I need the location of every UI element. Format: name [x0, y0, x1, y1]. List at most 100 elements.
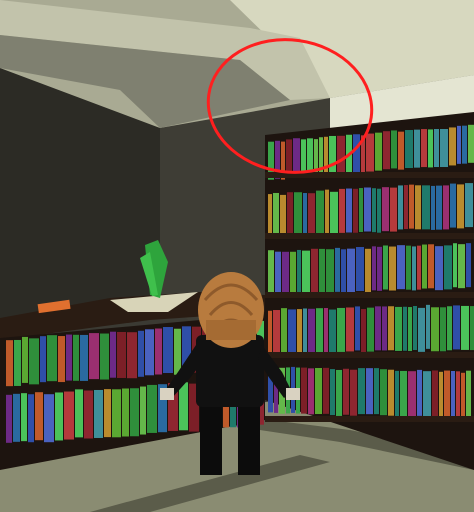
book-spine — [366, 133, 374, 172]
book-spine — [290, 251, 296, 296]
book-spine — [330, 191, 338, 236]
book-spine — [451, 371, 455, 418]
book-spine — [297, 249, 301, 294]
shelf-plank — [265, 352, 474, 358]
book-spine — [412, 246, 416, 291]
book-spine — [439, 371, 443, 418]
book-spine — [355, 306, 360, 351]
book-spine — [361, 309, 366, 354]
book-spine — [453, 305, 460, 350]
book-spine — [435, 246, 443, 291]
book-spine — [282, 251, 289, 296]
book-spine — [343, 368, 349, 415]
book-spine — [316, 190, 324, 235]
avatar-hair-lower — [206, 320, 256, 340]
book-spine — [456, 371, 460, 418]
book-spine — [440, 307, 446, 352]
book-spine — [337, 135, 345, 174]
book-spine — [104, 389, 111, 438]
book-spine — [297, 309, 302, 354]
book-spine — [428, 244, 434, 289]
book-spine — [400, 370, 407, 417]
book-spine — [372, 188, 376, 233]
book-spine — [329, 309, 336, 354]
book-spine — [466, 243, 471, 288]
book-spine — [434, 129, 439, 168]
book-spine — [13, 393, 20, 442]
book-spine — [461, 372, 465, 419]
book-spine — [281, 308, 287, 353]
book-spine — [382, 306, 387, 351]
book-spine — [308, 308, 315, 353]
shelf-plank — [265, 416, 474, 422]
book-spine — [80, 334, 88, 381]
book-spine — [288, 309, 296, 354]
book-spine — [382, 187, 389, 232]
book-spine — [84, 390, 93, 439]
book-spine — [302, 250, 310, 295]
book-spine — [366, 368, 373, 415]
book-spine — [22, 336, 28, 383]
book-spine — [280, 194, 286, 239]
book-spine — [145, 329, 154, 376]
book-spine — [458, 244, 465, 289]
book-spine — [140, 386, 146, 435]
avatar-left-hand — [160, 388, 174, 400]
book-spine — [122, 388, 129, 437]
book-spine — [89, 333, 99, 380]
book-spine — [319, 248, 325, 293]
book-spine — [112, 389, 121, 438]
book-spine — [432, 370, 438, 417]
book-spine — [55, 392, 63, 441]
right-bookshelf[interactable] — [265, 112, 474, 470]
book-spine — [415, 185, 421, 230]
book-spine — [417, 245, 421, 290]
book-spine — [303, 193, 307, 238]
book-spine — [364, 187, 371, 232]
book-spine — [75, 389, 83, 438]
book-spine — [66, 334, 72, 381]
book-spine — [6, 394, 12, 443]
book-spine — [323, 367, 329, 414]
book-spine — [127, 332, 137, 379]
book-spine — [406, 245, 411, 290]
book-spine — [21, 393, 27, 442]
book-spine — [339, 188, 345, 233]
book-spine — [155, 328, 162, 375]
book-spine — [462, 125, 467, 164]
book-spine — [395, 306, 402, 351]
book-spine — [308, 193, 315, 238]
book-spine — [163, 327, 173, 374]
book-spine — [365, 248, 371, 293]
book-spine — [301, 367, 307, 414]
book-spine — [377, 188, 381, 233]
book-spine — [315, 368, 322, 415]
book-spine — [375, 132, 382, 171]
book-spine — [414, 129, 420, 168]
book-spine — [294, 192, 302, 237]
book-spine — [330, 369, 335, 416]
book-spine — [391, 130, 397, 169]
book-spine — [422, 185, 430, 230]
book-spine — [468, 124, 474, 163]
book-spine — [14, 339, 21, 386]
book-spine — [335, 247, 340, 292]
book-spine — [450, 183, 456, 228]
book-spine — [35, 392, 43, 441]
book-spine — [398, 185, 403, 230]
book-spine — [287, 192, 293, 237]
book-spine — [383, 131, 390, 170]
book-spine — [408, 307, 412, 352]
book-spine — [390, 187, 397, 232]
book-spine — [40, 336, 46, 383]
book-spine — [367, 307, 374, 352]
book-spine — [408, 371, 416, 418]
book-spine — [353, 134, 360, 173]
book-spine — [147, 384, 157, 433]
book-spine — [377, 246, 382, 291]
book-spine — [100, 333, 109, 380]
book-spine — [268, 194, 272, 239]
book-spine — [426, 304, 430, 349]
book-spine — [418, 307, 425, 352]
book-spine — [372, 246, 376, 291]
